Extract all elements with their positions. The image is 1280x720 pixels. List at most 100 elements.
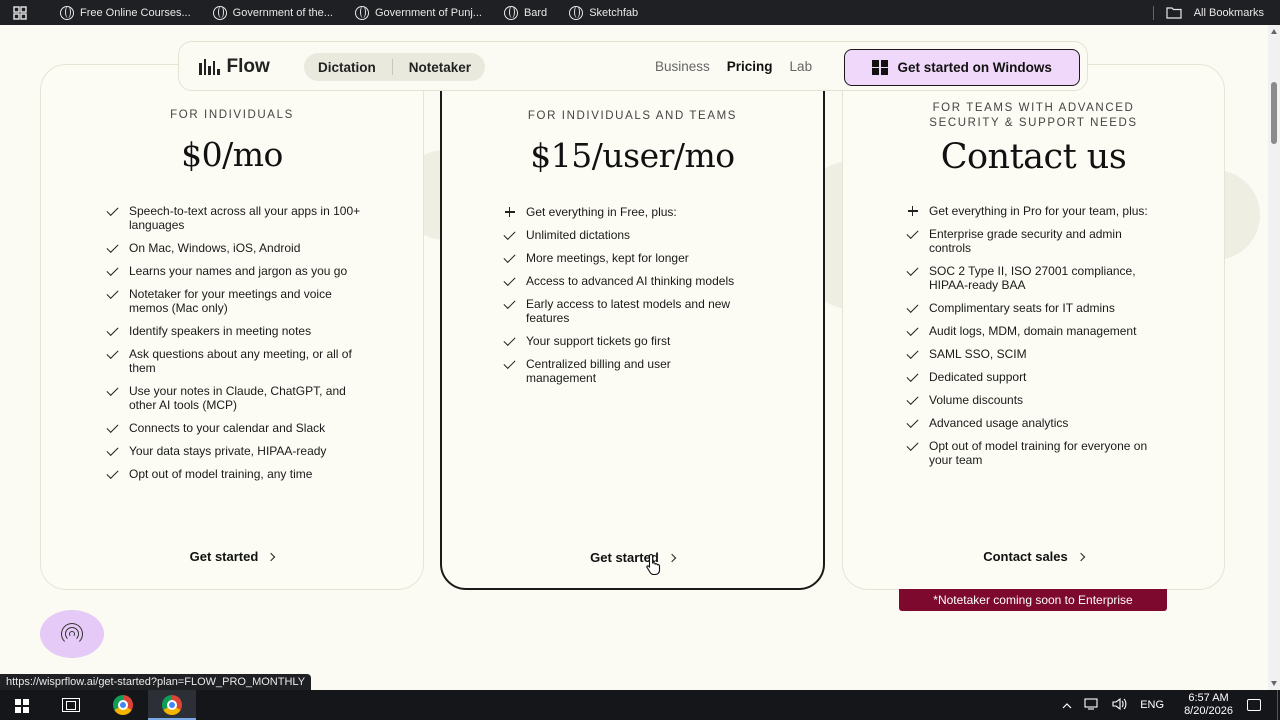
notification-center-icon[interactable] (1247, 699, 1261, 711)
feature-item: Dedicated support (905, 369, 1165, 384)
check-icon (905, 323, 920, 338)
tab-dictation[interactable]: Dictation (318, 60, 376, 75)
nav-link-business[interactable]: Business (655, 59, 710, 74)
feature-text: Get everything in Pro for your team, plu… (929, 204, 1148, 218)
bookmark-label: Free Online Courses... (80, 6, 191, 19)
volume-icon[interactable] (1112, 697, 1128, 713)
plan-card-pro: FOR INDIVIDUALS AND TEAMS $15/user/mo Ge… (440, 64, 825, 590)
enterprise-notice-banner: *Notetaker coming soon to Enterprise (899, 589, 1167, 611)
get-started-pro-button[interactable]: Get started (442, 550, 823, 565)
feature-list: Get everything in Pro for your team, plu… (905, 204, 1165, 476)
scroll-thumb[interactable] (1271, 82, 1277, 144)
chrome-icon[interactable] (113, 695, 133, 715)
feature-item: Complimentary seats for IT admins (905, 300, 1165, 315)
feature-text: Notetaker for your meetings and voice me… (129, 287, 332, 315)
tab-notetaker[interactable]: Notetaker (409, 60, 471, 75)
contact-sales-button[interactable]: Contact sales (843, 549, 1224, 564)
cta-label: Get started (189, 549, 259, 564)
status-url-tooltip: https://wisprflow.ai/get-started?plan=FL… (0, 674, 312, 690)
bookmark-item[interactable]: Government of the... (212, 5, 333, 20)
check-icon (905, 263, 920, 292)
feature-text: Your data stays private, HIPAA-ready (129, 444, 327, 458)
plan-price: Contact us (940, 137, 1127, 177)
clock[interactable]: 6:57 AM 8/20/2026 (1184, 692, 1233, 718)
check-icon (105, 346, 120, 375)
nav-link-lab[interactable]: Lab (790, 59, 813, 74)
windows-start-icon[interactable] (15, 699, 29, 713)
feature-text: Complimentary seats for IT admins (929, 301, 1115, 315)
chevron-right-icon (667, 553, 677, 562)
flow-logo[interactable]: Flow (199, 56, 270, 78)
feature-text: On Mac, Windows, iOS, Android (129, 241, 301, 255)
nav-links: Business Pricing Lab (655, 59, 812, 74)
feature-list: Get everything in Free, plus: Unlimited d… (502, 205, 742, 394)
plus-icon (905, 204, 920, 218)
all-bookmarks-link[interactable]: All Bookmarks (1194, 7, 1264, 19)
bookmark-label: Sketchfab (589, 6, 639, 19)
feature-text: Identify speakers in meeting notes (129, 324, 312, 338)
bookmark-label: Government of the... (232, 6, 333, 19)
check-icon (105, 383, 120, 412)
check-icon (905, 392, 920, 407)
bookmark-label: Bard (523, 6, 548, 19)
feature-text: Dedicated support (929, 370, 1027, 384)
plan-card-enterprise: FOR TEAMS WITH ADVANCED SECURITY & SUPPO… (842, 64, 1225, 590)
feature-item: Unlimited dictations (502, 227, 742, 242)
bookmark-item[interactable]: Sketchfab (569, 5, 639, 20)
bookmarks-bar: Free Online Courses... Government of the.… (0, 0, 1280, 25)
feature-item: Enterprise grade security and admin cont… (905, 226, 1165, 255)
check-icon (502, 333, 517, 348)
system-tray: ENG 6:57 AM 8/20/2026 (1062, 690, 1280, 720)
feature-text: Speech-to-text across all your apps in 1… (129, 204, 361, 232)
page-scrollbar[interactable] (1268, 25, 1280, 690)
plan-price: $0/mo (181, 135, 283, 174)
plan-card-free: FOR INDIVIDUALS $0/mo Speech-to-text acr… (40, 64, 424, 590)
bookmark-item[interactable]: Government of Punj... (354, 5, 482, 20)
hand-cursor-icon (646, 553, 661, 575)
check-icon (905, 300, 920, 315)
chevron-up-icon[interactable] (1062, 698, 1072, 712)
bookmark-label: Government of Punj... (374, 6, 482, 19)
feature-item: Your data stays private, HIPAA-ready (105, 443, 365, 458)
feature-text: Volume discounts (929, 393, 1024, 407)
check-icon (905, 415, 920, 430)
feature-item: Advanced usage analytics (905, 415, 1165, 430)
feature-text: Connects to your calendar and Slack (129, 421, 326, 435)
language-indicator[interactable]: ENG (1140, 699, 1164, 711)
windows-icon (872, 59, 888, 76)
check-icon (905, 226, 920, 255)
get-started-windows-button[interactable]: Get started on Windows (844, 49, 1080, 86)
feature-text: Ask questions about any meeting, or all … (129, 347, 352, 375)
chrome-active-icon[interactable] (162, 695, 182, 715)
get-started-free-button[interactable]: Get started (41, 549, 423, 564)
bookmark-separator (1152, 5, 1154, 20)
scroll-up-arrow-icon[interactable] (1271, 29, 1277, 34)
product-switcher: Dictation Notetaker (304, 53, 486, 81)
feature-item: Get everything in Pro for your team, plu… (905, 204, 1165, 218)
bookmark-item[interactable]: Free Online Courses... (60, 5, 191, 20)
bookmark-item[interactable]: Bard (503, 5, 548, 20)
feature-item: Early access to latest models and new fe… (502, 296, 742, 325)
task-view-icon[interactable] (62, 698, 80, 712)
bookmark-list: Free Online Courses... Government of the.… (60, 5, 660, 20)
feature-item: On Mac, Windows, iOS, Android (105, 240, 365, 255)
floating-action-button[interactable] (40, 610, 104, 658)
feature-item: Connects to your calendar and Slack (105, 420, 365, 435)
plan-tier-label: FOR TEAMS WITH ADVANCED SECURITY & SUPPO… (843, 101, 1224, 131)
apps-grid-icon[interactable] (0, 5, 40, 20)
feature-item: Audit logs, MDM, domain management (905, 323, 1165, 338)
plan-tier-label: FOR INDIVIDUALS (170, 109, 294, 121)
scroll-down-arrow-icon[interactable] (1271, 681, 1277, 686)
fingerprint-icon (61, 623, 83, 645)
nav-link-pricing[interactable]: Pricing (727, 59, 773, 74)
network-icon[interactable] (1084, 697, 1100, 713)
feature-text: Learns your names and jargon as you go (129, 264, 348, 278)
feature-list: Speech-to-text across all your apps in 1… (105, 203, 365, 490)
feature-text: More meetings, kept for longer (526, 251, 689, 265)
feature-item: Volume discounts (905, 392, 1165, 407)
feature-text: Opt out of model training for everyone o… (929, 439, 1148, 467)
chevron-right-icon (267, 552, 276, 561)
folder-icon (1166, 6, 1182, 19)
logo-text: Flow (226, 56, 270, 77)
globe-icon (212, 5, 227, 20)
